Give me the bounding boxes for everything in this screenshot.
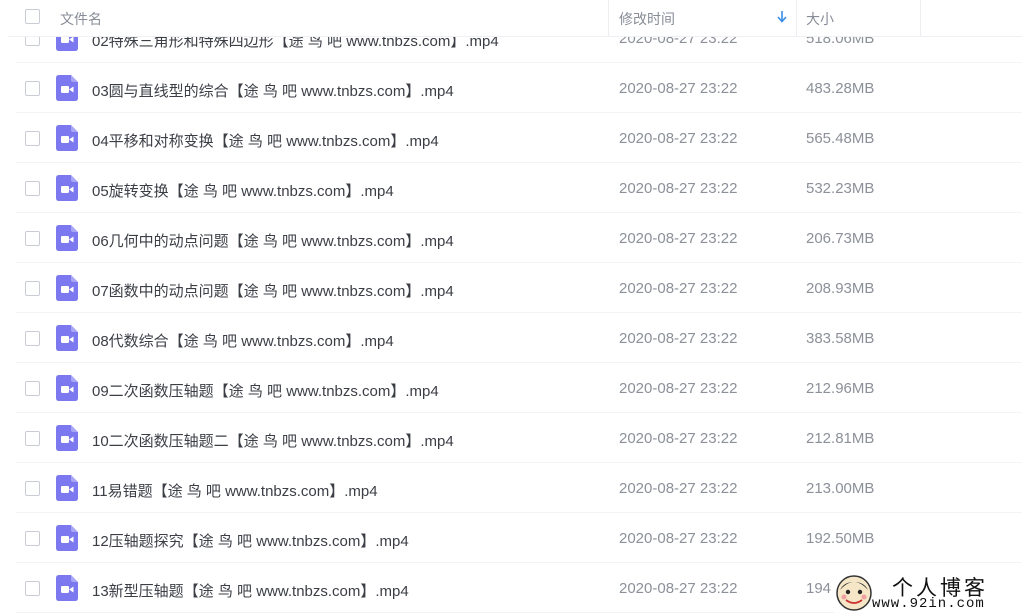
file-name-link[interactable]: 08代数综合【途 鸟 吧 www.tnbzs.com】.mp4: [92, 330, 394, 351]
file-modified-time: 2020-08-27 23:22: [619, 580, 738, 597]
file-modified-time: 2020-08-27 23:22: [619, 80, 738, 97]
column-header-modified[interactable]: 修改时间: [619, 9, 675, 29]
row-checkbox[interactable]: [25, 131, 40, 146]
file-row[interactable]: 10二次函数压轴题二【途 鸟 吧 www.tnbzs.com】.mp4 2020-…: [8, 413, 1022, 463]
file-size: 483.28MB: [806, 80, 875, 97]
video-file-icon: [56, 125, 78, 151]
file-size: 383.58MB: [806, 330, 875, 347]
row-checkbox[interactable]: [25, 531, 40, 546]
video-file-icon: [56, 525, 78, 551]
video-file-icon: [56, 425, 78, 451]
file-size: 213.00MB: [806, 480, 875, 497]
file-size: 212.81MB: [806, 430, 875, 447]
file-size: 192.50MB: [806, 530, 875, 547]
row-checkbox[interactable]: [25, 331, 40, 346]
row-checkbox[interactable]: [25, 181, 40, 196]
file-row[interactable]: 05旋转变换【途 鸟 吧 www.tnbzs.com】.mp4 2020-08-2…: [8, 163, 1022, 213]
row-checkbox[interactable]: [25, 81, 40, 96]
file-size: 212.96MB: [806, 380, 875, 397]
row-checkbox[interactable]: [25, 281, 40, 296]
file-size: 206.73MB: [806, 230, 875, 247]
column-divider[interactable]: [920, 0, 921, 36]
file-row[interactable]: 09二次函数压轴题【途 鸟 吧 www.tnbzs.com】.mp4 2020-0…: [8, 363, 1022, 413]
file-list: 02特殊三角形和特殊四边形【途 鸟 吧 www.tnbzs.com】.mp4 20…: [8, 13, 1022, 613]
file-modified-time: 2020-08-27 23:22: [619, 480, 738, 497]
column-divider[interactable]: [608, 0, 609, 36]
file-row[interactable]: 07函数中的动点问题【途 鸟 吧 www.tnbzs.com】.mp4 2020-…: [8, 263, 1022, 313]
file-name-link[interactable]: 13新型压轴题【途 鸟 吧 www.tnbzs.com】.mp4: [92, 580, 409, 601]
file-row[interactable]: 08代数综合【途 鸟 吧 www.tnbzs.com】.mp4 2020-08-2…: [8, 313, 1022, 363]
file-modified-time: 2020-08-27 23:22: [619, 530, 738, 547]
sort-descending-icon[interactable]: [776, 9, 788, 25]
file-modified-time: 2020-08-27 23:22: [619, 180, 738, 197]
watermark: 个人博客 www.92in.com: [834, 571, 1030, 615]
file-modified-time: 2020-08-27 23:22: [619, 330, 738, 347]
file-modified-time: 2020-08-27 23:22: [619, 280, 738, 297]
column-divider[interactable]: [796, 0, 797, 36]
file-row[interactable]: 11易错题【途 鸟 吧 www.tnbzs.com】.mp4 2020-08-27…: [8, 463, 1022, 513]
file-row[interactable]: 04平移和对称变换【途 鸟 吧 www.tnbzs.com】.mp4 2020-0…: [8, 113, 1022, 163]
file-size: 532.23MB: [806, 180, 875, 197]
file-size: 565.48MB: [806, 130, 875, 147]
video-file-icon: [56, 325, 78, 351]
file-name-link[interactable]: 09二次函数压轴题【途 鸟 吧 www.tnbzs.com】.mp4: [92, 380, 439, 401]
file-modified-time: 2020-08-27 23:22: [619, 230, 738, 247]
file-name-link[interactable]: 11易错题【途 鸟 吧 www.tnbzs.com】.mp4: [92, 480, 378, 501]
video-file-icon: [56, 175, 78, 201]
select-all-checkbox[interactable]: [25, 9, 40, 24]
column-header-filename[interactable]: 文件名: [60, 9, 102, 29]
file-size: 194: [806, 580, 832, 597]
video-file-icon: [56, 475, 78, 501]
file-modified-time: 2020-08-27 23:22: [619, 380, 738, 397]
file-name-link[interactable]: 10二次函数压轴题二【途 鸟 吧 www.tnbzs.com】.mp4: [92, 430, 454, 451]
row-checkbox[interactable]: [25, 581, 40, 596]
file-modified-time: 2020-08-27 23:22: [619, 430, 738, 447]
watermark-url: www.92in.com: [872, 596, 985, 612]
video-file-icon: [56, 575, 78, 601]
file-list-header: 文件名 修改时间 大小: [8, 0, 1022, 37]
file-row[interactable]: 12压轴题探究【途 鸟 吧 www.tnbzs.com】.mp4 2020-08-…: [8, 513, 1022, 563]
row-checkbox[interactable]: [25, 231, 40, 246]
video-file-icon: [56, 275, 78, 301]
file-size: 208.93MB: [806, 280, 875, 297]
row-checkbox[interactable]: [25, 381, 40, 396]
file-name-link[interactable]: 04平移和对称变换【途 鸟 吧 www.tnbzs.com】.mp4: [92, 130, 439, 151]
blog-avatar-icon: [836, 575, 872, 611]
file-name-link[interactable]: 07函数中的动点问题【途 鸟 吧 www.tnbzs.com】.mp4: [92, 280, 454, 301]
file-name-link[interactable]: 12压轴题探究【途 鸟 吧 www.tnbzs.com】.mp4: [92, 530, 409, 551]
column-header-size[interactable]: 大小: [806, 9, 834, 29]
file-modified-time: 2020-08-27 23:22: [619, 130, 738, 147]
file-name-link[interactable]: 06几何中的动点问题【途 鸟 吧 www.tnbzs.com】.mp4: [92, 230, 454, 251]
file-name-link[interactable]: 05旋转变换【途 鸟 吧 www.tnbzs.com】.mp4: [92, 180, 394, 201]
file-row[interactable]: 06几何中的动点问题【途 鸟 吧 www.tnbzs.com】.mp4 2020-…: [8, 213, 1022, 263]
row-checkbox[interactable]: [25, 481, 40, 496]
file-name-link[interactable]: 03圆与直线型的综合【途 鸟 吧 www.tnbzs.com】.mp4: [92, 80, 454, 101]
file-list-panel: 文件名 修改时间 大小 02特殊三角形和特殊四边形【途 鸟 吧 www.tnbz…: [8, 0, 1022, 615]
row-checkbox[interactable]: [25, 431, 40, 446]
video-file-icon: [56, 225, 78, 251]
file-row[interactable]: 03圆与直线型的综合【途 鸟 吧 www.tnbzs.com】.mp4 2020-…: [8, 63, 1022, 113]
video-file-icon: [56, 75, 78, 101]
video-file-icon: [56, 375, 78, 401]
